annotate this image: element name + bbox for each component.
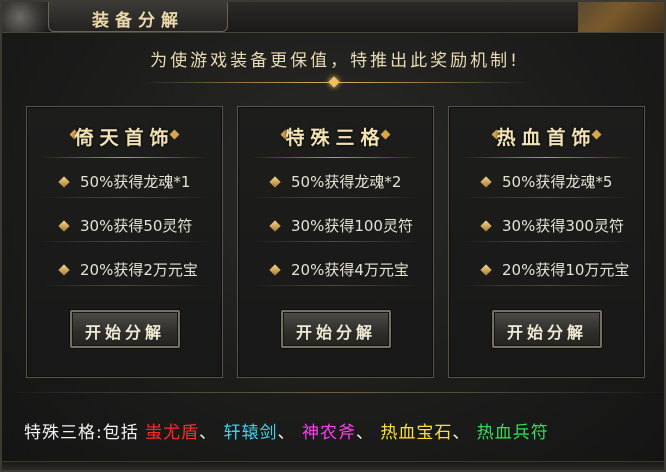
diamond-bullet-icon — [480, 264, 492, 276]
button-label: 开始分解 — [295, 323, 376, 342]
diamond-bullet-icon — [480, 176, 492, 188]
footer-separator: 、 — [277, 423, 296, 443]
button-label: 开始分解 — [84, 323, 165, 342]
reward-item: 50%获得龙魂*5 — [449, 169, 644, 199]
reward-text: 30%获得300灵符 — [502, 217, 624, 235]
footer-prefix: 特殊三格:包括 — [24, 423, 139, 443]
card-title-row: 倚天首饰 — [27, 123, 222, 149]
diamond-ornament-icon — [328, 76, 340, 88]
scenery-corner — [578, 2, 664, 32]
equipment-dismantle-window: 装备分解 为使游戏装备更保值，特推出此奖励机制! 倚天首饰 50%获得龙魂*1 … — [0, 0, 666, 472]
footer-separator: 、 — [452, 423, 471, 443]
card-title-row: 热血首饰 — [449, 123, 644, 149]
title-tab: 装备分解 — [48, 2, 228, 32]
reward-text: 20%获得2万元宝 — [80, 261, 198, 279]
card-divider — [463, 157, 630, 158]
reward-divider — [41, 241, 208, 242]
reward-text: 20%获得10万元宝 — [502, 261, 630, 279]
card-title: 倚天首饰 — [74, 127, 175, 149]
diamond-bullet-icon — [58, 220, 70, 232]
bottom-frame — [2, 461, 664, 470]
footer-separator: 、 — [355, 423, 374, 443]
special-item: 蚩尤盾 — [145, 423, 200, 443]
top-frame: 装备分解 — [2, 2, 664, 33]
start-dismantle-button[interactable]: 开始分解 — [492, 310, 602, 348]
diamond-bullet-icon — [269, 176, 281, 188]
card-title-row: 特殊三格 — [238, 123, 433, 149]
special-items-note: 特殊三格:包括 蚩尤盾、 轩辕剑、 神农斧、 热血宝石、 热血兵符 — [24, 418, 549, 444]
card-title: 特殊三格 — [285, 127, 386, 149]
reward-divider — [41, 285, 208, 286]
card-title: 热血首饰 — [496, 127, 597, 149]
special-item: 轩辕剑 — [223, 423, 278, 443]
reward-text: 50%获得龙魂*5 — [502, 173, 613, 191]
reward-item: 30%获得100灵符 — [238, 213, 433, 243]
reward-item: 20%获得4万元宝 — [238, 257, 433, 287]
reward-text: 50%获得龙魂*1 — [80, 173, 191, 191]
special-item: 神农斧 — [301, 423, 356, 443]
diamond-bullet-icon — [58, 176, 70, 188]
special-item: 热血宝石 — [380, 423, 453, 443]
dismantle-card-1: 倚天首饰 50%获得龙魂*1 30%获得50灵符 20%获得2万元宝 开始分解 — [26, 106, 223, 378]
footer-separator: 、 — [199, 423, 218, 443]
reward-item: 20%获得10万元宝 — [449, 257, 644, 287]
page-subtitle: 为使游戏装备更保值，特推出此奖励机制! — [150, 51, 520, 71]
reward-item: 50%获得龙魂*2 — [238, 169, 433, 199]
diamond-bullet-icon — [269, 220, 281, 232]
reward-divider — [252, 197, 419, 198]
reward-item: 50%获得龙魂*1 — [27, 169, 222, 199]
reward-divider — [41, 197, 208, 198]
reward-item: 30%获得50灵符 — [27, 213, 222, 243]
dismantle-card-3: 热血首饰 50%获得龙魂*5 30%获得300灵符 20%获得10万元宝 开始分… — [448, 106, 645, 378]
reward-divider — [463, 197, 630, 198]
window-title: 装备分解 — [92, 11, 184, 31]
reward-text: 20%获得4万元宝 — [291, 261, 409, 279]
reward-item: 30%获得300灵符 — [449, 213, 644, 243]
footer-divider — [2, 392, 664, 393]
special-item: 热血兵符 — [476, 423, 549, 443]
dismantle-card-2: 特殊三格 50%获得龙魂*2 30%获得100灵符 20%获得4万元宝 开始分解 — [237, 106, 434, 378]
reward-text: 50%获得龙魂*2 — [291, 173, 402, 191]
start-dismantle-button[interactable]: 开始分解 — [281, 310, 391, 348]
button-label: 开始分解 — [506, 323, 587, 342]
reward-divider — [252, 285, 419, 286]
card-divider — [252, 157, 419, 158]
reward-text: 30%获得50灵符 — [80, 217, 193, 235]
reward-divider — [463, 285, 630, 286]
reward-divider — [463, 241, 630, 242]
diamond-bullet-icon — [480, 220, 492, 232]
reward-divider — [252, 241, 419, 242]
diamond-bullet-icon — [58, 264, 70, 276]
diamond-bullet-icon — [269, 264, 281, 276]
reward-text: 30%获得100灵符 — [291, 217, 413, 235]
reward-item: 20%获得2万元宝 — [27, 257, 222, 287]
card-divider — [41, 157, 208, 158]
start-dismantle-button[interactable]: 开始分解 — [70, 310, 180, 348]
